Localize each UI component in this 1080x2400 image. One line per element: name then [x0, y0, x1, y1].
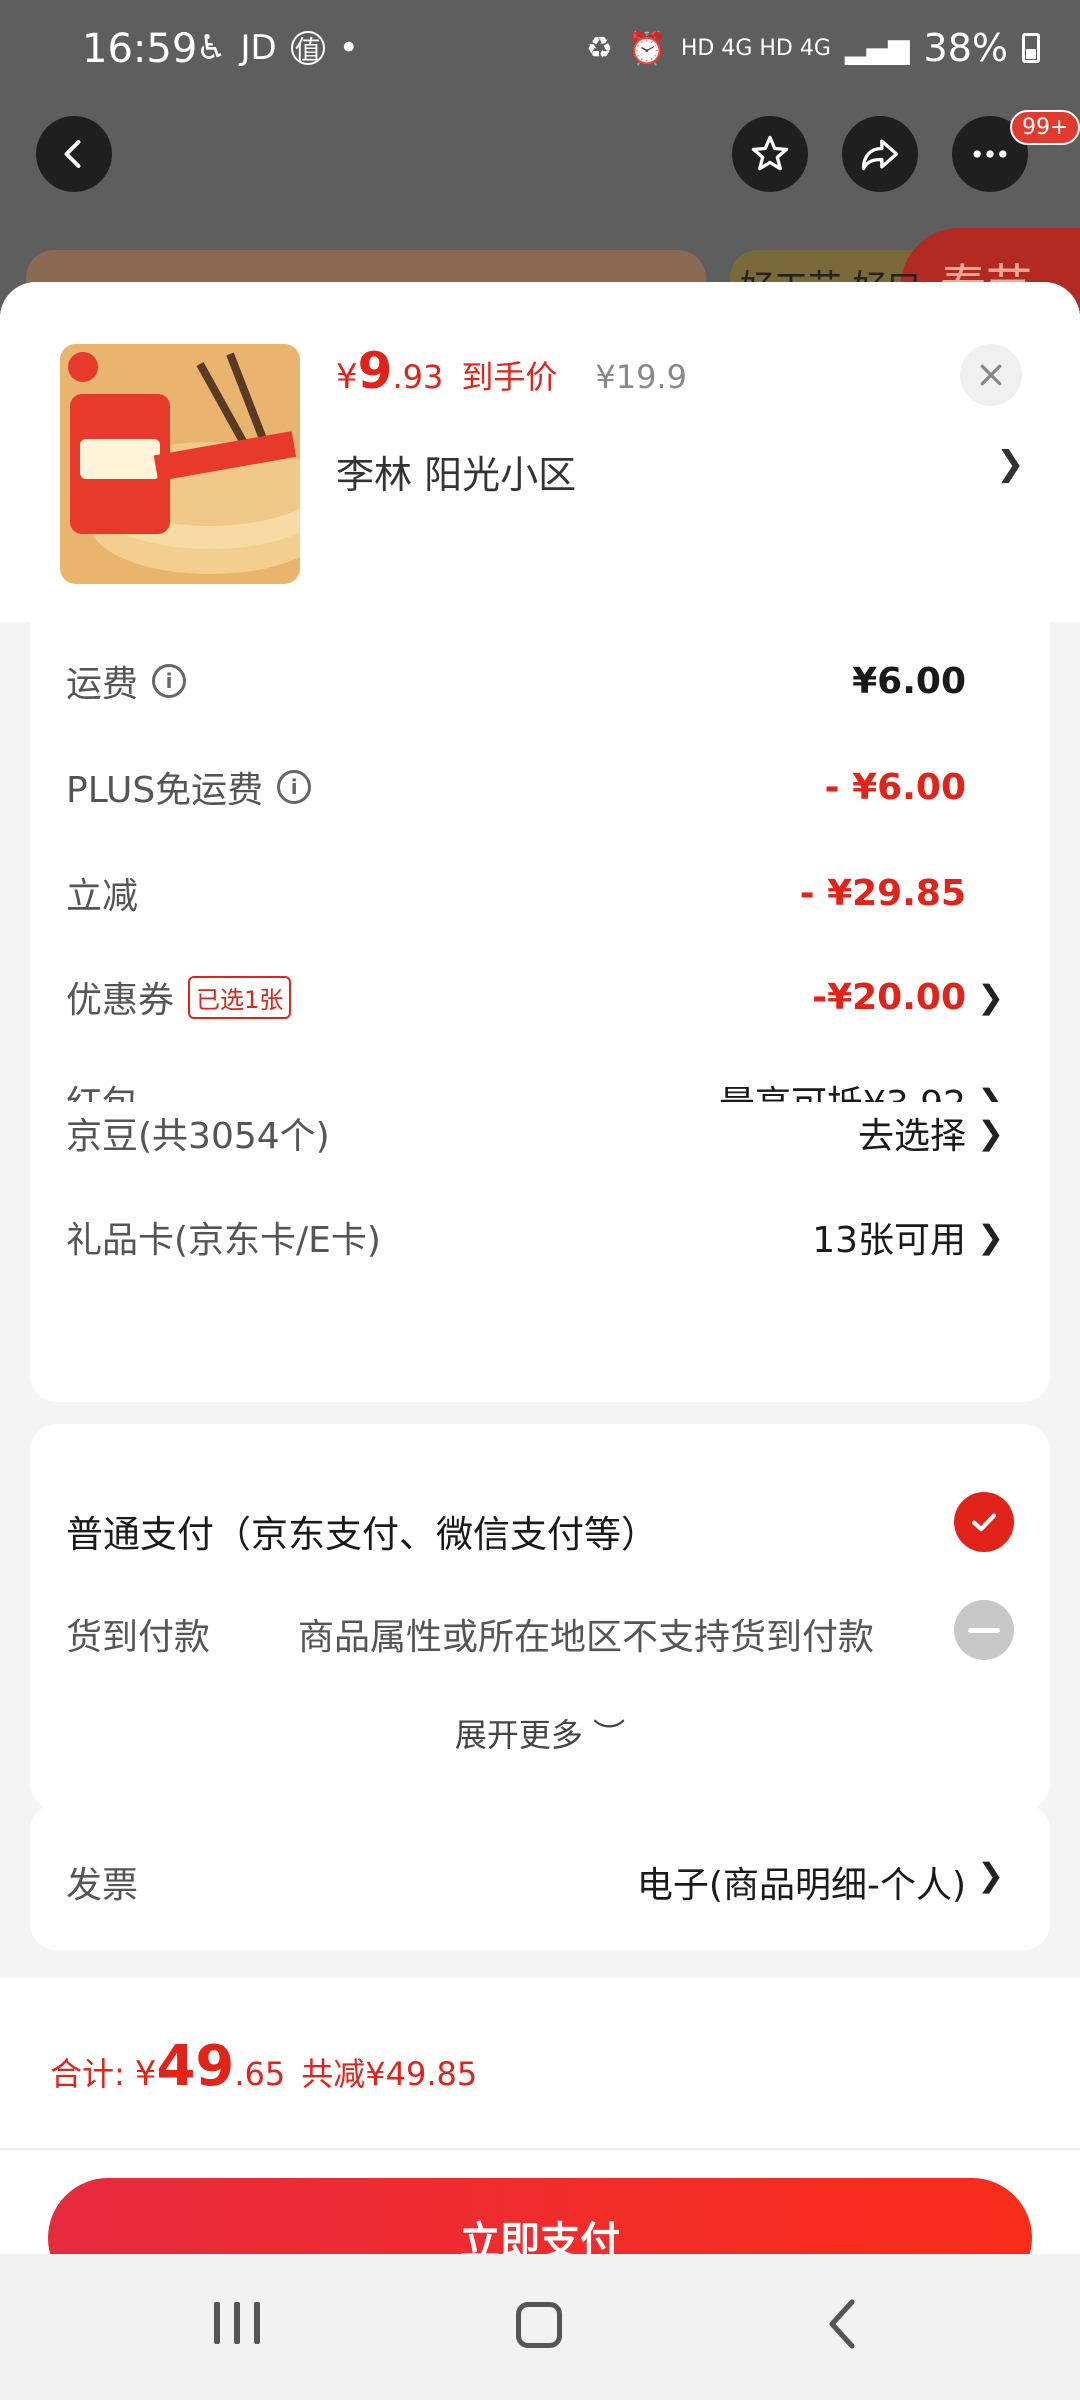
- payment-method-card: 普通支付（京东支付、微信支付等） 货到付款 商品属性或所在地区不支持货到付款 展…: [30, 1424, 1050, 1810]
- checkout-bar: 合计: ¥ 49 .65 共减¥49.85 立即支付: [0, 1978, 1080, 2298]
- fee-details-card-continued: 京豆(共3054个) 去选择 ❯ 礼品卡(京东卡/E卡) 13张可用 ❯: [30, 1102, 1050, 1402]
- invoice-card[interactable]: 发票 电子(商品明细-个人) ❯: [30, 1804, 1050, 1950]
- shipping-fee-label: 运费: [66, 664, 139, 705]
- chevron-right-icon: ❯: [977, 1856, 1004, 1894]
- system-back-button[interactable]: [824, 2296, 864, 2365]
- original-price: ¥19.9: [595, 358, 687, 396]
- product-image[interactable]: [60, 344, 300, 584]
- dot-icon: •: [338, 28, 359, 68]
- back-button[interactable]: [36, 116, 112, 192]
- jingdou-row[interactable]: 京豆(共3054个) 去选择 ❯: [66, 1098, 1050, 1168]
- favorite-button[interactable]: [732, 116, 808, 192]
- chevron-left-icon: [829, 2299, 855, 2349]
- zhi-icon: 值: [290, 31, 325, 66]
- status-time: 16:59: [82, 26, 198, 72]
- instant-discount-label: 立减: [66, 876, 139, 917]
- share-icon: [861, 139, 899, 171]
- alarm-icon: ⏰: [627, 29, 667, 67]
- coupon-value: -¥20.00: [812, 976, 966, 1018]
- price-tag: 到手价: [461, 358, 558, 396]
- plus-free-shipping-value: - ¥6.00: [824, 766, 966, 808]
- star-icon: [751, 135, 789, 171]
- jingdou-label: 京豆(共3054个): [66, 1116, 330, 1157]
- price-symbol: ¥: [336, 357, 358, 397]
- gift-card-value: 13张可用: [812, 1220, 966, 1261]
- more-icon: [973, 150, 1007, 158]
- instant-discount-row: 立减 - ¥29.85: [66, 858, 1050, 928]
- close-button[interactable]: [960, 344, 1022, 406]
- order-total: 合计: ¥ 49 .65 共减¥49.85: [50, 2034, 477, 2099]
- plus-free-shipping-label: PLUS免运费: [66, 770, 264, 811]
- share-button[interactable]: [842, 116, 918, 192]
- cod-payment-note: 商品属性或所在地区不支持货到付款: [298, 1617, 875, 1658]
- plus-free-shipping-row: PLUS免运费 i - ¥6.00: [66, 752, 1050, 822]
- battery-percent: 38%: [923, 26, 1008, 70]
- cod-payment-radio-disabled: [954, 1600, 1014, 1660]
- gift-card-label: 礼品卡(京东卡/E卡): [66, 1220, 381, 1261]
- pancake-illustration: [60, 344, 300, 584]
- battery-icon: [1022, 33, 1040, 63]
- gift-card-row[interactable]: 礼品卡(京东卡/E卡) 13张可用 ❯: [66, 1202, 1050, 1272]
- total-saved: 共减¥49.85: [301, 2055, 478, 2093]
- invoice-label: 发票: [66, 1865, 139, 1906]
- chevron-right-icon[interactable]: ❯: [996, 444, 1025, 484]
- close-icon: [980, 364, 1002, 386]
- total-symbol: ¥: [134, 2054, 157, 2094]
- info-icon[interactable]: i: [277, 770, 312, 804]
- jingdou-value: 去选择: [857, 1116, 966, 1157]
- home-button[interactable]: [516, 2302, 562, 2348]
- coupon-row[interactable]: 优惠券 已选1张 -¥20.00 ❯: [66, 962, 1050, 1032]
- network-indicator: HD 4G HD 4G: [680, 35, 831, 61]
- shipping-fee-row: 运费 i ¥6.00: [66, 646, 1050, 716]
- cod-payment-label: 货到付款: [66, 1617, 211, 1658]
- chevron-right-icon: ❯: [977, 978, 1004, 1016]
- product-summary: ¥ 9 .93 到手价 ¥19.9 李林 阳光小区 ❯: [0, 282, 1080, 622]
- normal-payment-radio[interactable]: [954, 1492, 1014, 1552]
- invoice-value: 电子(商品明细-个人): [636, 1865, 966, 1906]
- checkout-sheet: ¥ 9 .93 到手价 ¥19.9 李林 阳光小区 ❯ 运费 i ¥6.00 PL…: [0, 282, 1080, 2400]
- total-integer: 49: [156, 2034, 235, 2099]
- info-icon[interactable]: i: [152, 664, 187, 698]
- system-navigation-bar: [0, 2254, 1080, 2400]
- instant-discount-value: - ¥29.85: [799, 872, 966, 914]
- divider: [0, 2148, 1080, 2150]
- chevron-left-icon: [64, 140, 81, 168]
- message-count-badge: 99+: [1010, 110, 1080, 145]
- total-label: 合计:: [50, 2055, 125, 2093]
- status-bar: 16:59 ♿ JD 值 • ♻ ⏰ HD 4G HD 4G ▂▄▆ 38%: [0, 0, 1080, 100]
- status-right-icons: ♻ ⏰ HD 4G HD 4G ▂▄▆ 38%: [586, 26, 1040, 70]
- app-notification-icon: ♿: [196, 28, 227, 68]
- check-icon: [971, 1513, 997, 1532]
- data-saver-icon: ♻: [586, 30, 614, 66]
- signal-icon: ▂▄▆: [844, 31, 910, 65]
- chevron-right-icon: ❯: [977, 1114, 1004, 1152]
- coupon-label: 优惠券: [66, 980, 175, 1021]
- price-decimal: .93: [392, 358, 444, 396]
- shipping-fee-value: ¥6.00: [852, 660, 966, 702]
- chevron-right-icon: ❯: [977, 1218, 1004, 1256]
- shipping-address[interactable]: 李林 阳光小区: [336, 444, 576, 499]
- expand-more-button[interactable]: 展开更多 ︶: [30, 1710, 1050, 1756]
- coupon-selected-tag: 已选1张: [188, 975, 292, 1019]
- total-decimal: .65: [234, 2055, 286, 2093]
- jd-icon: JD: [240, 28, 277, 68]
- price-integer: 9: [357, 342, 393, 400]
- status-left-icons: ♿ JD 值 •: [196, 28, 359, 68]
- normal-payment-label[interactable]: 普通支付（京东支付、微信支付等）: [66, 1504, 658, 1558]
- recents-button[interactable]: [214, 2302, 260, 2344]
- price-row: ¥ 9 .93 到手价 ¥19.9: [336, 342, 687, 400]
